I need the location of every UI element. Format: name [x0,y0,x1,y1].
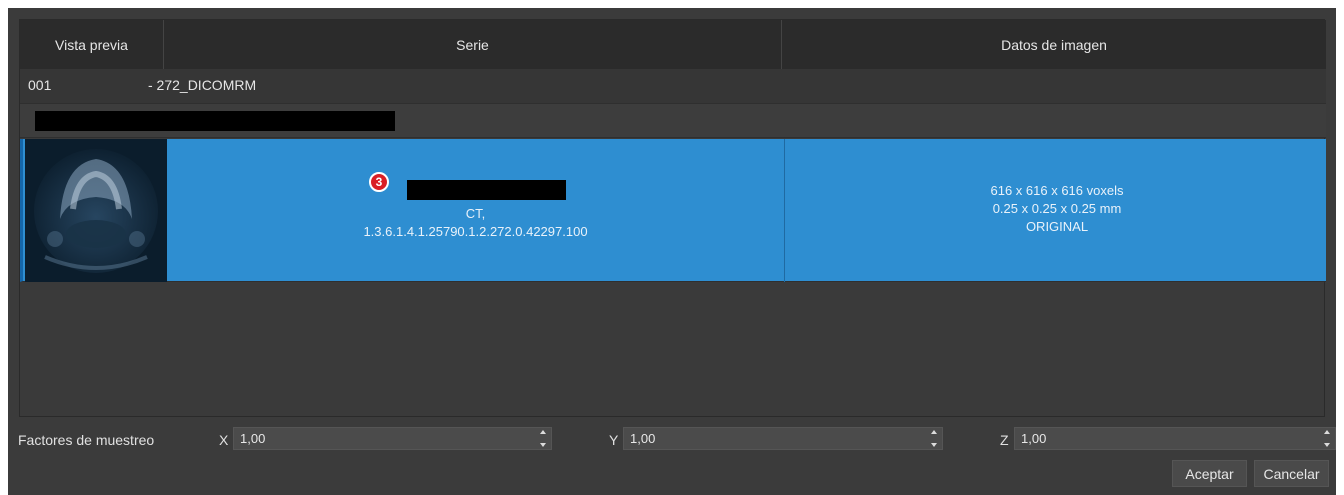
x-sampling-input[interactable] [238,430,502,447]
group-number: 001 [28,77,52,93]
accept-button[interactable]: Aceptar [1172,460,1247,487]
voxel-spacing: 0.25 x 0.25 x 0.25 mm [992,201,1122,216]
column-header-series[interactable]: Serie [164,20,782,69]
y-stepper-arrows-icon[interactable] [930,430,938,447]
series-name-redaction [407,180,566,200]
selected-series-row[interactable]: 3 CT, 1.3.6.1.4.1.25790.1.2.272.0.42297.… [20,139,1326,282]
image-dimensions: 616 x 616 x 616 voxels [990,183,1124,198]
y-sampling-input[interactable] [628,430,892,447]
series-selection-dialog: Vista previa Serie Datos de imagen 001 -… [8,8,1336,495]
z-axis-label: Z [1000,432,1009,448]
ct-preview-thumbnail [25,139,167,282]
sampling-factors-label: Factores de muestreo [18,432,155,448]
y-axis-label: Y [609,432,619,448]
z-sampling-spinbox[interactable] [1014,427,1336,450]
x-sampling-spinbox[interactable] [233,427,552,450]
column-header-image-data[interactable]: Datos de imagen [782,20,1326,69]
annotation-badge-3: 3 [369,172,389,192]
group-name: - 272_DICOMRM [148,77,257,93]
column-header-preview[interactable]: Vista previa [20,20,164,69]
z-sampling-input[interactable] [1019,430,1283,447]
z-stepper-arrows-icon[interactable] [1323,430,1331,447]
series-group-row[interactable]: 001 - 272_DICOMRM [20,69,1326,104]
redacted-row[interactable] [20,104,1326,138]
image-type: ORIGINAL [1025,219,1089,234]
series-cell: 3 CT, 1.3.6.1.4.1.25790.1.2.272.0.42297.… [167,139,785,282]
cancel-button[interactable]: Cancelar [1254,460,1329,487]
series-uid: 1.3.6.1.4.1.25790.1.2.272.0.42297.100 [363,224,588,239]
image-data-cell: 616 x 616 x 616 voxels 0.25 x 0.25 x 0.2… [785,139,1329,282]
y-sampling-spinbox[interactable] [623,427,943,450]
redaction-bar [35,111,395,131]
series-table: Vista previa Serie Datos de imagen 001 -… [19,19,1326,417]
x-stepper-arrows-icon[interactable] [539,430,547,447]
series-modality: CT, [465,206,486,221]
x-axis-label: X [219,432,229,448]
